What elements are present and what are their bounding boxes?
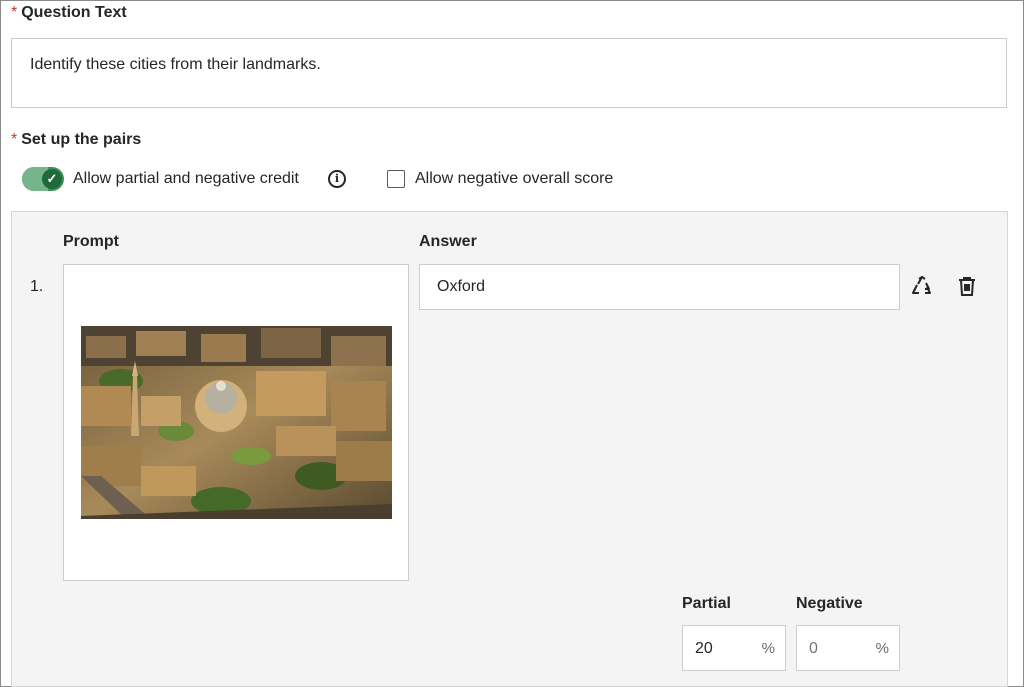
partial-credit-toggle[interactable]: ✓ <box>22 167 64 191</box>
question-text-title: Question Text <box>21 4 127 21</box>
required-marker: * <box>11 4 18 21</box>
negative-overall-label[interactable]: Allow negative overall score <box>415 170 613 188</box>
required-marker: * <box>11 131 18 148</box>
partial-field[interactable]: % <box>682 625 786 672</box>
pairs-label: * Set up the pairs <box>11 131 141 149</box>
question-text-value: Identify these cities from their landmar… <box>30 56 321 73</box>
partial-input[interactable] <box>683 626 767 672</box>
question-text-editor[interactable]: Identify these cities from their landmar… <box>11 38 1007 108</box>
negative-label: Negative <box>796 595 863 612</box>
question-text-label: * Question Text <box>11 4 127 22</box>
recycle-icon[interactable] <box>910 274 934 298</box>
negative-overall-checkbox[interactable] <box>387 170 405 188</box>
trash-icon[interactable] <box>955 274 979 298</box>
prompt-image[interactable] <box>81 326 392 519</box>
pair-row-number: 1. <box>30 278 44 295</box>
prompt-column-header: Prompt <box>63 233 119 250</box>
partial-credit-label[interactable]: Allow partial and negative credit <box>73 170 299 188</box>
check-icon: ✓ <box>42 169 62 189</box>
answer-column-header: Answer <box>419 233 477 250</box>
answer-input[interactable] <box>419 264 900 310</box>
oxford-aerial-image <box>81 326 392 519</box>
negative-unit: % <box>875 640 889 657</box>
pairs-title: Set up the pairs <box>21 131 142 148</box>
partial-label: Partial <box>682 595 731 612</box>
negative-input[interactable] <box>797 626 881 672</box>
negative-field[interactable]: % <box>796 625 900 672</box>
partial-unit: % <box>761 640 775 657</box>
info-icon[interactable]: i <box>328 170 346 188</box>
